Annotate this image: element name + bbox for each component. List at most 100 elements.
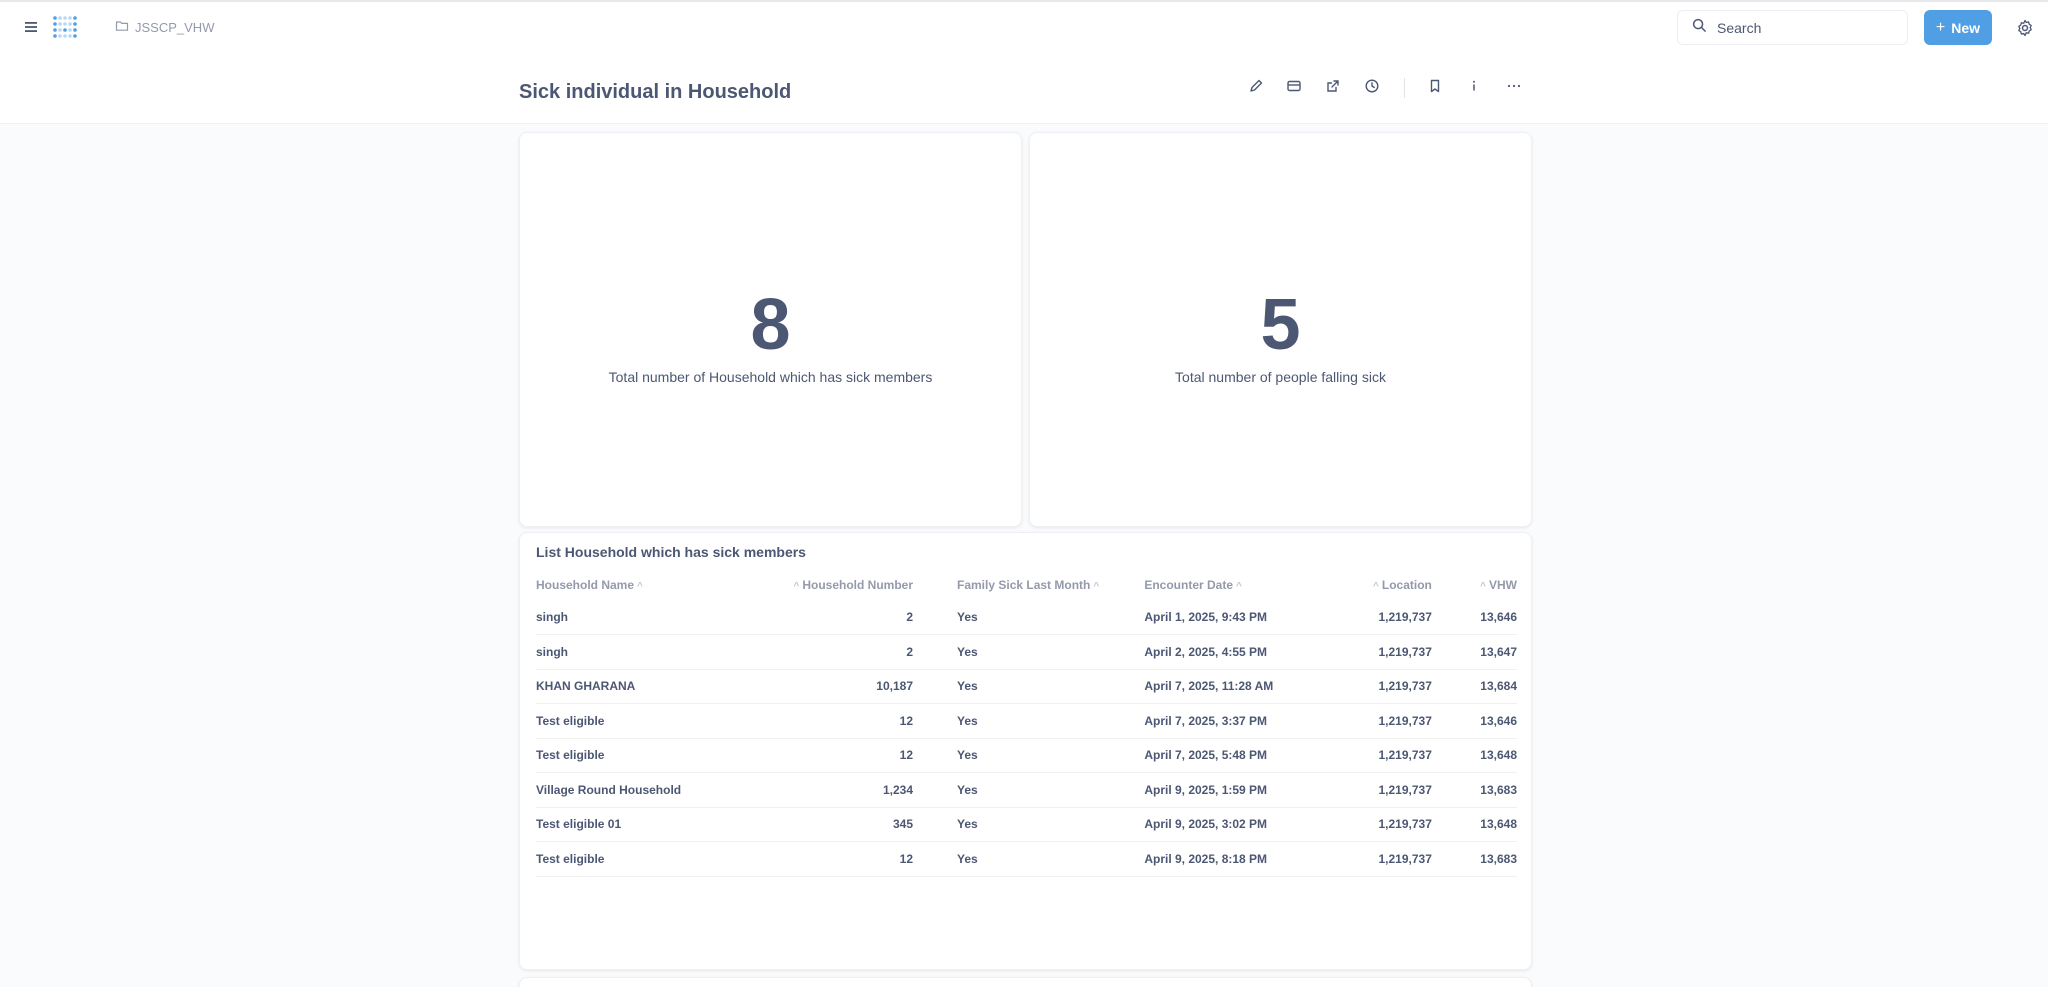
cell-household-name[interactable]: Test eligible: [536, 703, 791, 739]
top-nav: JSSCP_VHW + New: [0, 0, 2048, 52]
cell-vhw[interactable]: 13,647: [1431, 634, 1517, 670]
scalar-label[interactable]: Total number of people falling sick: [1175, 369, 1386, 385]
table-row[interactable]: singh 2 Yes April 2, 2025, 4:55 PM 1,219,737…: [536, 634, 1517, 670]
cell-family-sick[interactable]: Yes: [935, 807, 1145, 842]
cell-family-sick[interactable]: Yes: [935, 600, 1145, 635]
cell-location[interactable]: 1,219,737: [1365, 772, 1432, 808]
info-icon[interactable]: [1466, 78, 1484, 96]
table-row[interactable]: Test eligible 12 Yes April 7, 2025, 5:48 PM…: [536, 738, 1517, 773]
breadcrumb-label: JSSCP_VHW: [135, 20, 215, 35]
page-title[interactable]: Sick individual in Household: [519, 81, 791, 104]
cell-household-number[interactable]: 10,187: [790, 669, 935, 704]
cell-household-name[interactable]: Village Round Household: [536, 772, 791, 808]
cell-location[interactable]: 1,219,737: [1365, 634, 1432, 670]
table-row[interactable]: Test eligible 12 Yes April 9, 2025, 8:18 PM…: [536, 841, 1517, 877]
more-icon[interactable]: [1506, 78, 1524, 96]
cell-vhw[interactable]: 13,646: [1431, 703, 1517, 739]
table-row[interactable]: Test eligible 01 345 Yes April 9, 2025, 3:0…: [536, 807, 1517, 842]
search-icon: [1692, 18, 1707, 38]
sort-icon: ^: [793, 581, 800, 592]
share-icon[interactable]: [1325, 78, 1343, 96]
menu-icon[interactable]: [22, 18, 40, 36]
scalar-card-households[interactable]: 8 Total number of Household which has si…: [519, 132, 1022, 527]
cell-family-sick[interactable]: Yes: [935, 703, 1145, 739]
table-row[interactable]: Village Round Household 1,234 Yes April 9, …: [536, 772, 1517, 808]
logo-icon[interactable]: [52, 15, 78, 39]
table-card: List Household which has sick members Ho…: [519, 532, 1532, 970]
subscription-icon[interactable]: [1286, 78, 1304, 96]
cell-location[interactable]: 1,219,737: [1365, 807, 1432, 842]
table-row[interactable]: KHAN GHARANA 10,187 Yes April 7, 2025, 11:2…: [536, 669, 1517, 704]
cell-encounter-date[interactable]: April 9, 2025, 1:59 PM: [1144, 772, 1366, 808]
cell-encounter-date[interactable]: April 7, 2025, 11:28 AM: [1144, 669, 1366, 704]
scalar-value: 5: [1260, 284, 1301, 365]
cell-vhw[interactable]: 13,648: [1431, 807, 1517, 842]
cell-household-number[interactable]: 12: [790, 841, 935, 877]
cell-household-number[interactable]: 345: [790, 807, 935, 842]
cell-household-name[interactable]: Test eligible: [536, 738, 791, 773]
cell-encounter-date[interactable]: April 2, 2025, 4:55 PM: [1144, 634, 1366, 670]
cell-vhw[interactable]: 13,683: [1431, 841, 1517, 877]
column-header-household-name[interactable]: Household Name ^: [536, 570, 790, 600]
table-row[interactable]: singh 2 Yes April 1, 2025, 9:43 PM 1,219,737…: [536, 600, 1517, 635]
cell-encounter-date[interactable]: April 9, 2025, 8:18 PM: [1144, 841, 1366, 877]
scalar-label[interactable]: Total number of Household which has sick…: [609, 369, 933, 385]
cell-family-sick[interactable]: Yes: [935, 738, 1145, 773]
table-title[interactable]: List Household which has sick members: [536, 544, 806, 560]
plus-icon: +: [1935, 18, 1946, 36]
cell-encounter-date[interactable]: April 7, 2025, 3:37 PM: [1144, 703, 1366, 739]
cell-household-number[interactable]: 2: [790, 634, 935, 670]
cell-location[interactable]: 1,219,737: [1365, 841, 1432, 877]
cell-household-number[interactable]: 2: [790, 600, 935, 635]
cell-location[interactable]: 1,219,737: [1365, 738, 1432, 773]
search-input[interactable]: [1717, 19, 1887, 36]
sort-icon: ^: [1480, 581, 1486, 592]
search-box[interactable]: [1677, 10, 1908, 45]
column-header-location[interactable]: ^ Location: [1365, 570, 1432, 600]
cell-household-number[interactable]: 12: [790, 703, 935, 739]
cell-location[interactable]: 1,219,737: [1365, 703, 1432, 739]
bookmark-icon[interactable]: [1427, 78, 1445, 96]
cell-family-sick[interactable]: Yes: [935, 772, 1145, 808]
column-header-encounter-date[interactable]: Encounter Date ^: [1144, 570, 1365, 600]
cell-household-name[interactable]: singh: [536, 634, 791, 670]
clock-icon[interactable]: [1364, 78, 1382, 96]
dashboard-header: Sick individual in Household: [0, 52, 2048, 124]
cell-vhw[interactable]: 13,683: [1431, 772, 1517, 808]
cell-household-name[interactable]: Test eligible: [536, 841, 791, 877]
cell-vhw[interactable]: 13,646: [1431, 600, 1517, 635]
cell-vhw[interactable]: 13,684: [1431, 669, 1517, 704]
column-header-family-sick[interactable]: Family Sick Last Month ^: [935, 570, 1144, 600]
column-header-vhw[interactable]: ^ VHW: [1432, 570, 1517, 600]
cell-vhw[interactable]: 13,648: [1431, 738, 1517, 773]
cell-encounter-date[interactable]: April 7, 2025, 5:48 PM: [1144, 738, 1366, 773]
table-header-row: Household Name ^ ^ Household Number Family…: [536, 570, 1517, 600]
pencil-icon[interactable]: [1248, 78, 1266, 96]
households-table: Household Name ^ ^ Household Number Family…: [536, 570, 1517, 877]
cell-family-sick[interactable]: Yes: [935, 841, 1145, 877]
cell-family-sick[interactable]: Yes: [935, 634, 1145, 670]
cell-encounter-date[interactable]: April 9, 2025, 3:02 PM: [1144, 807, 1366, 842]
sort-icon: ^: [1093, 581, 1100, 592]
cell-household-number[interactable]: 1,234: [790, 772, 935, 808]
table-row[interactable]: Test eligible 12 Yes April 7, 2025, 3:37 PM…: [536, 703, 1517, 739]
cell-household-name[interactable]: singh: [536, 600, 791, 635]
scalar-value: 8: [750, 284, 791, 365]
sort-icon: ^: [637, 581, 643, 592]
cell-encounter-date[interactable]: April 1, 2025, 9:43 PM: [1144, 600, 1366, 635]
column-header-household-number[interactable]: ^ Household Number: [790, 570, 935, 600]
new-button-label: New: [1951, 19, 1981, 36]
cell-family-sick[interactable]: Yes: [935, 669, 1145, 704]
next-card: [519, 977, 1532, 987]
cell-household-number[interactable]: 12: [790, 738, 935, 773]
cell-household-name[interactable]: KHAN GHARANA: [536, 669, 791, 704]
new-button[interactable]: + New: [1924, 10, 1992, 45]
cell-household-name[interactable]: Test eligible 01: [536, 807, 791, 842]
gear-icon[interactable]: [2016, 19, 2034, 37]
scalar-card-people[interactable]: 5 Total number of people falling sick: [1029, 132, 1532, 527]
cell-location[interactable]: 1,219,737: [1365, 669, 1432, 704]
cell-location[interactable]: 1,219,737: [1365, 600, 1432, 635]
header-divider: [1404, 78, 1405, 98]
sort-icon: ^: [1236, 581, 1242, 592]
breadcrumb[interactable]: JSSCP_VHW: [115, 19, 214, 36]
